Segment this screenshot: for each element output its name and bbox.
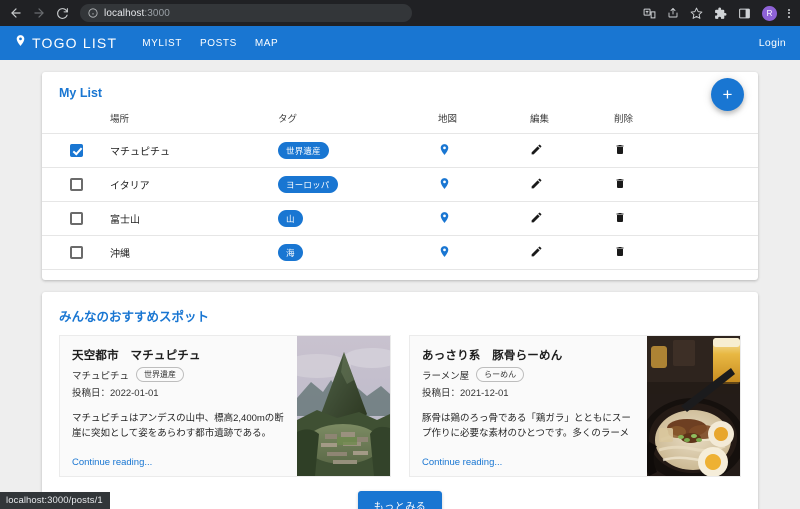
location-pin-icon[interactable]: [438, 245, 451, 258]
post-category: マチュピチュ: [72, 370, 130, 382]
post-date: 投稿日：2021-12-01: [422, 388, 509, 399]
post-excerpt: 豚骨は鶏のろっ骨である「鶏ガラ」とともにスープ作りに必要な素材のひとつです。多く…: [422, 413, 631, 440]
mylist-body: マチュピチュ 世界遺産 イタリア ヨーロッパ 富士山 山 沖縄 海: [42, 133, 758, 270]
info-circle-icon: [88, 8, 98, 18]
browser-toolbar: localhost:3000 R: [0, 0, 800, 26]
row-place: 富士山: [110, 201, 278, 236]
header-edit: 編集: [530, 114, 550, 125]
recommended-posts-card: みんなのおすすめスポット 天空都市 マチュピチュ マチュピチュ 世界遺産 投稿日…: [42, 292, 758, 509]
header-map: 地図: [438, 114, 458, 125]
nav-item-mylist[interactable]: MYLIST: [142, 38, 182, 49]
post-meta: ラーメン屋 らーめん: [422, 367, 637, 382]
row-checkbox[interactable]: [70, 246, 83, 259]
table-header-row: 場所 タグ 地図 編集 削除: [42, 108, 758, 134]
row-checkbox[interactable]: [70, 212, 83, 225]
continue-reading-link[interactable]: Continue reading...: [72, 447, 287, 468]
pencil-icon[interactable]: [530, 143, 543, 156]
post-title: あっさり系 豚骨らーめん: [422, 350, 563, 362]
mylist-table: 場所 タグ 地図 編集 削除 マチュピチュ 世界遺産 イタリア ヨーロッパ 富士…: [42, 108, 758, 270]
posts-row: 天空都市 マチュピチュ マチュピチュ 世界遺産 投稿日：2022-01-01 マ…: [42, 325, 758, 477]
star-icon[interactable]: [690, 7, 703, 20]
location-pin-icon[interactable]: [438, 143, 451, 156]
brand-title: TOGO LIST: [32, 35, 118, 51]
status-bar: localhost:3000/posts/1: [0, 492, 110, 509]
row-place: 沖縄: [110, 235, 278, 270]
kebab-menu-icon[interactable]: [788, 8, 790, 18]
load-more-button[interactable]: もっとみる: [357, 491, 443, 509]
row-place: イタリア: [110, 167, 278, 202]
translate-icon[interactable]: [643, 7, 656, 20]
avatar[interactable]: R: [762, 5, 777, 21]
trash-icon[interactable]: [614, 177, 626, 190]
table-row: イタリア ヨーロッパ: [42, 167, 758, 202]
forward-arrow-icon[interactable]: [31, 5, 47, 21]
header-tag: タグ: [278, 114, 298, 125]
share-icon[interactable]: [667, 7, 679, 19]
location-pin-icon: [14, 34, 27, 52]
address-bar[interactable]: localhost:3000: [80, 4, 412, 22]
post-date: 投稿日：2022-01-01: [72, 388, 159, 399]
row-tag-chip: 世界遺産: [278, 142, 329, 159]
puzzle-icon[interactable]: [714, 7, 727, 20]
table-row: 富士山 山: [42, 201, 758, 236]
mylist-card: My List + 場所 タグ 地図 編集 削除 マチュピチュ 世界遺産 イタリ…: [42, 72, 758, 280]
continue-reading-link[interactable]: Continue reading...: [422, 447, 637, 468]
post-tag-chip: らーめん: [476, 367, 525, 382]
post-title: 天空都市 マチュピチュ: [72, 350, 201, 362]
row-place: マチュピチュ: [110, 133, 278, 168]
main-nav: MYLIST POSTS MAP: [142, 38, 278, 49]
page-content: My List + 場所 タグ 地図 編集 削除 マチュピチュ 世界遺産 イタリ…: [0, 60, 800, 509]
row-tag-chip: ヨーロッパ: [278, 176, 338, 193]
header-select: [42, 108, 110, 134]
pencil-icon[interactable]: [530, 177, 543, 190]
post-excerpt: マチュピチュはアンデスの山中、標高2,400mの断崖に突如として姿をあらわす都市…: [72, 413, 284, 440]
post-card[interactable]: あっさり系 豚骨らーめん ラーメン屋 らーめん 投稿日：2021-12-01 豚…: [409, 335, 741, 477]
location-pin-icon[interactable]: [438, 211, 451, 224]
table-row: マチュピチュ 世界遺産: [42, 133, 758, 168]
row-checkbox[interactable]: [70, 178, 83, 191]
login-button[interactable]: Login: [759, 37, 786, 49]
post-body: あっさり系 豚骨らーめん ラーメン屋 らーめん 投稿日：2021-12-01 豚…: [410, 336, 647, 476]
post-card[interactable]: 天空都市 マチュピチュ マチュピチュ 世界遺産 投稿日：2022-01-01 マ…: [59, 335, 391, 477]
row-tag-chip: 海: [278, 244, 303, 261]
row-checkbox[interactable]: [70, 144, 83, 157]
url-text: localhost:3000: [104, 7, 170, 19]
ramen-bowl-photo: [647, 336, 740, 476]
machu-picchu-photo: [297, 336, 390, 476]
pencil-icon[interactable]: [530, 211, 543, 224]
trash-icon[interactable]: [614, 245, 626, 258]
post-meta: マチュピチュ 世界遺産: [72, 367, 287, 382]
app-header: TOGO LIST MYLIST POSTS MAP Login: [0, 26, 800, 60]
mylist-title: My List: [59, 86, 103, 100]
add-item-button[interactable]: +: [711, 78, 744, 111]
row-tag-chip: 山: [278, 210, 303, 227]
nav-item-posts[interactable]: POSTS: [200, 38, 237, 49]
posts-title: みんなのおすすめスポット: [59, 310, 210, 324]
nav-item-map[interactable]: MAP: [255, 38, 278, 49]
header-delete: 削除: [614, 114, 634, 125]
brand-logo[interactable]: TOGO LIST: [14, 34, 117, 52]
more-button-wrap: もっとみる: [42, 491, 758, 509]
back-arrow-icon[interactable]: [8, 5, 24, 21]
post-tag-chip: 世界遺産: [136, 367, 185, 382]
post-body: 天空都市 マチュピチュ マチュピチュ 世界遺産 投稿日：2022-01-01 マ…: [60, 336, 297, 476]
header-place: 場所: [110, 114, 130, 125]
trash-icon[interactable]: [614, 143, 626, 156]
table-row: 沖縄 海: [42, 235, 758, 270]
post-category: ラーメン屋: [422, 370, 470, 382]
reload-icon[interactable]: [54, 5, 70, 21]
trash-icon[interactable]: [614, 211, 626, 224]
side-panel-icon[interactable]: [738, 7, 751, 20]
pencil-icon[interactable]: [530, 245, 543, 258]
location-pin-icon[interactable]: [438, 177, 451, 190]
